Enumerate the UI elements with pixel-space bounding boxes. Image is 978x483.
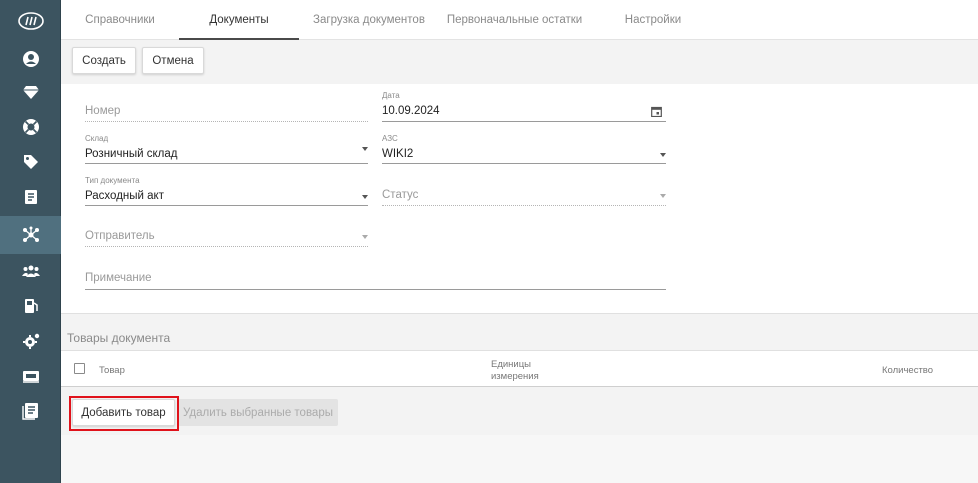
doc-type-label: Тип документа: [85, 176, 140, 185]
status-placeholder: Статус: [382, 189, 419, 201]
delete-selected-button: Удалить выбранные товары: [178, 399, 338, 426]
column-units-line1[interactable]: Единицы: [491, 359, 531, 370]
chevron-down-icon[interactable]: [362, 147, 368, 151]
tab-document-upload[interactable]: Загрузка документов: [306, 0, 432, 40]
station-value: WIKI2: [382, 148, 414, 160]
app-window: Справочники Документы Загрузка документо…: [0, 0, 978, 483]
main-content: Создать Отмена Номер Дата 10.09.2024 Скл…: [61, 40, 978, 483]
create-button[interactable]: Создать: [72, 47, 136, 74]
chevron-down-icon[interactable]: [362, 195, 368, 199]
warehouse-label: Склад: [85, 134, 109, 143]
number-underline: [85, 121, 368, 122]
doc-type-value: Расходный акт: [85, 190, 164, 202]
select-all-checkbox[interactable]: [74, 363, 85, 374]
number-field[interactable]: Номер: [85, 98, 368, 122]
goods-table-header: Товар Единицы измерения Количество: [61, 350, 978, 387]
date-label: Дата: [382, 91, 400, 100]
date-underline: [382, 121, 666, 122]
date-field[interactable]: Дата 10.09.2024: [382, 91, 666, 122]
station-underline: [382, 163, 666, 164]
cash-icon[interactable]: [0, 357, 61, 395]
warehouse-value: Розничный склад: [85, 148, 178, 160]
warehouse-underline: [85, 163, 368, 164]
column-units-line2[interactable]: измерения: [491, 371, 539, 382]
list-doc-icon[interactable]: [0, 392, 61, 430]
diamond-icon[interactable]: [0, 73, 61, 111]
warehouse-field[interactable]: Склад Розничный склад: [85, 134, 368, 164]
toolbar: Создать Отмена: [61, 40, 978, 82]
sender-field[interactable]: Отправитель: [85, 223, 368, 247]
fuel-pump-icon[interactable]: [0, 287, 61, 325]
doc-type-field[interactable]: Тип документа Расходный акт: [85, 176, 368, 206]
note-underline: [85, 289, 666, 290]
tab-initial-balances[interactable]: Первоначальные остатки: [442, 0, 587, 40]
tab-documents[interactable]: Документы: [179, 0, 299, 40]
column-quantity[interactable]: Количество: [882, 365, 933, 376]
goods-section-title: Товары документа: [67, 331, 171, 345]
document-form: Номер Дата 10.09.2024 Склад Розничный ск…: [61, 84, 978, 314]
date-value: 10.09.2024: [382, 105, 440, 117]
tab-settings[interactable]: Настройки: [606, 0, 700, 40]
doc-type-underline: [85, 205, 368, 206]
note-placeholder: Примечание: [85, 272, 152, 284]
sender-underline: [85, 246, 368, 247]
chevron-down-icon[interactable]: [362, 235, 368, 239]
chevron-down-icon[interactable]: [660, 153, 666, 157]
column-product[interactable]: Товар: [99, 365, 125, 376]
tag-icon[interactable]: [0, 143, 61, 181]
group-icon[interactable]: [0, 252, 61, 290]
network-icon[interactable]: [0, 216, 61, 254]
goods-actions: Добавить товар Удалить выбранные товары: [61, 388, 978, 435]
receipt-icon[interactable]: [0, 178, 61, 216]
lifebuoy-icon[interactable]: [0, 108, 61, 146]
station-label: АЗС: [382, 134, 398, 143]
note-field[interactable]: Примечание: [85, 265, 666, 290]
sender-placeholder: Отправитель: [85, 230, 155, 242]
cancel-button[interactable]: Отмена: [142, 47, 204, 74]
top-tabs: Справочники Документы Загрузка документо…: [61, 0, 978, 40]
number-placeholder: Номер: [85, 105, 121, 117]
highlight-frame: [69, 396, 179, 431]
logo-icon[interactable]: [0, 2, 61, 40]
settings-gear-icon[interactable]: [0, 322, 61, 360]
tab-references[interactable]: Справочники: [61, 0, 179, 40]
calendar-icon[interactable]: [651, 106, 662, 117]
status-underline: [382, 205, 666, 206]
station-field[interactable]: АЗС WIKI2: [382, 134, 666, 164]
sidebar: [0, 0, 61, 483]
status-field[interactable]: Статус: [382, 182, 666, 206]
chevron-down-icon[interactable]: [660, 194, 666, 198]
empty-area: [61, 435, 978, 483]
